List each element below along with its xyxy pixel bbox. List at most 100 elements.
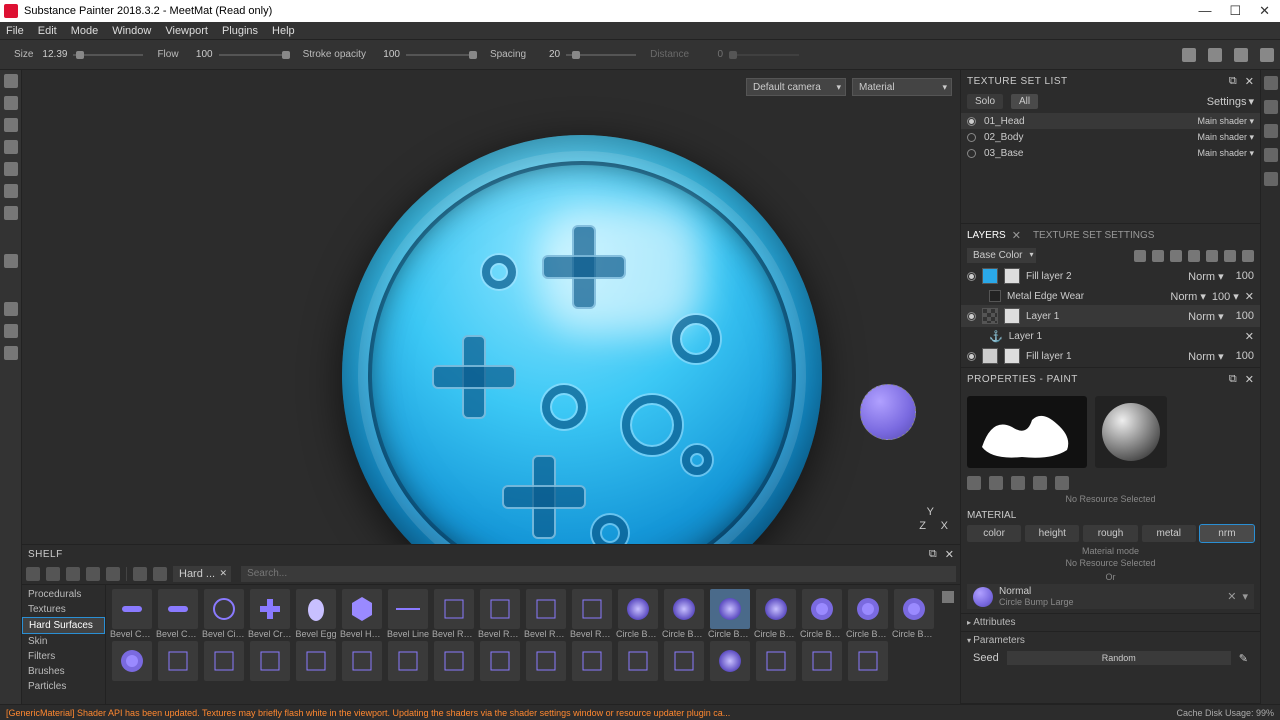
effect-remove-icon[interactable]: ✕ [1245, 290, 1254, 303]
layer-mask-thumbnail[interactable] [1004, 308, 1020, 324]
shelf-item[interactable]: Bevel Line [386, 589, 430, 639]
shelf-item[interactable] [386, 641, 430, 681]
normal-channel-row[interactable]: Normal Circle Bump Large ✕ ▾ [967, 584, 1254, 609]
perspective-icon[interactable] [1182, 48, 1196, 62]
clone-tool-icon[interactable] [4, 184, 18, 198]
layer-sub[interactable]: ⚓Layer 1✕ [961, 327, 1260, 345]
shelf-item[interactable] [156, 641, 200, 681]
shelf-item[interactable]: Bevel Egg [294, 589, 338, 639]
menu-plugins[interactable]: Plugins [222, 25, 258, 37]
shelf-item[interactable] [478, 641, 522, 681]
bake-icon[interactable] [4, 324, 18, 338]
layer-row[interactable]: Fill layer 2Norm ▾100 [961, 265, 1260, 287]
shelf-item[interactable]: Bevel Recta... [570, 589, 614, 639]
shelf-item[interactable] [110, 641, 154, 681]
shelf-item[interactable]: Circle Bump [616, 589, 660, 639]
tab-texture-set-settings[interactable]: TEXTURE SET SETTINGS [1033, 230, 1155, 241]
visibility-radio-icon[interactable] [967, 133, 976, 142]
shelf-link-icon[interactable] [86, 567, 100, 581]
prop-brush-icon[interactable] [967, 476, 981, 490]
layers-add-icon[interactable] [1170, 250, 1182, 262]
shelf-item[interactable] [616, 641, 660, 681]
shelf-filter-chip[interactable]: Hard ...✕ [173, 566, 231, 582]
render-icon[interactable] [1234, 48, 1248, 62]
flow-slider[interactable] [219, 48, 289, 62]
iray-icon[interactable] [1208, 48, 1222, 62]
shelf-category[interactable]: Filters [22, 649, 105, 664]
opacity-slider[interactable] [406, 48, 476, 62]
projection-tool-icon[interactable] [4, 118, 18, 132]
layer-visibility-icon[interactable] [967, 272, 976, 281]
shelf-item[interactable]: Circle Butto... [846, 589, 890, 639]
shelf-view-icon[interactable] [106, 567, 120, 581]
shelf-category[interactable]: Particles [22, 679, 105, 694]
shader-dropdown[interactable]: Main shader ▾ [1197, 132, 1254, 143]
layer-opacity[interactable]: 100 [1236, 270, 1254, 282]
shelf-item[interactable] [662, 641, 706, 681]
normal-expand-icon[interactable]: ▾ [1242, 590, 1248, 603]
visibility-radio-icon[interactable] [967, 117, 976, 126]
viewer-settings-icon[interactable] [1264, 76, 1278, 90]
settings-icon[interactable] [4, 346, 18, 360]
texture-set-item[interactable]: 03_BaseMain shader ▾ [961, 145, 1260, 161]
spacing-slider[interactable] [566, 48, 636, 62]
attributes-section[interactable]: Attributes [961, 613, 1260, 631]
render-mode-dropdown[interactable]: Material [852, 78, 952, 96]
shelf-close-icon[interactable]: ✕ [945, 548, 954, 561]
shelf-item[interactable]: Circle Bum... [754, 589, 798, 639]
shelf-category[interactable]: Brushes [22, 664, 105, 679]
menu-viewport[interactable]: Viewport [165, 25, 208, 37]
shelf-export-icon[interactable] [66, 567, 80, 581]
channel-rough[interactable]: rough [1083, 525, 1137, 542]
display-settings-icon[interactable] [1264, 100, 1278, 114]
seed-random-button[interactable]: Random [1007, 651, 1231, 665]
ts-all-button[interactable]: All [1011, 94, 1038, 109]
ts-settings-button[interactable]: Settings▾ [1207, 95, 1254, 108]
close-button[interactable]: ✕ [1259, 3, 1270, 19]
menu-window[interactable]: Window [112, 25, 151, 37]
layer-row[interactable]: Fill layer 1Norm ▾100 [961, 345, 1260, 367]
normal-clear-icon[interactable]: ✕ [1227, 590, 1236, 603]
sub-remove-icon[interactable]: ✕ [1245, 330, 1254, 343]
layer-visibility-icon[interactable] [967, 352, 976, 361]
minimize-button[interactable]: — [1198, 3, 1211, 19]
shelf-import-icon[interactable] [46, 567, 60, 581]
shelf-item[interactable] [524, 641, 568, 681]
shelf-item[interactable]: Bevel Hexa... [340, 589, 384, 639]
polyfill-tool-icon[interactable] [4, 140, 18, 154]
menu-edit[interactable]: Edit [38, 25, 57, 37]
seed-edit-icon[interactable]: ✎ [1239, 652, 1248, 665]
layers-delete-icon[interactable] [1242, 250, 1254, 262]
shelf-item[interactable]: Bevel Cross [248, 589, 292, 639]
props-popout-icon[interactable]: ⧉ [1229, 373, 1237, 386]
ts-close-icon[interactable]: ✕ [1245, 75, 1254, 88]
layer-thumbnail[interactable] [982, 308, 998, 324]
shelf-item[interactable] [708, 641, 752, 681]
flow-value[interactable]: 100 [185, 49, 213, 60]
shelf-item[interactable] [754, 641, 798, 681]
channel-color[interactable]: color [967, 525, 1021, 542]
layer-mask-thumbnail[interactable] [1004, 348, 1020, 364]
shelf-filter-icon[interactable] [133, 567, 147, 581]
texture-set-item[interactable]: 02_BodyMain shader ▾ [961, 129, 1260, 145]
layer-thumbnail[interactable] [982, 268, 998, 284]
tab-layers-close-icon[interactable]: ✕ [1012, 229, 1021, 242]
shelf-category[interactable]: Hard Surfaces [22, 617, 105, 634]
maximize-button[interactable]: ☐ [1229, 3, 1241, 19]
props-close-icon[interactable]: ✕ [1245, 373, 1254, 386]
layer-opacity[interactable]: 100 [1236, 310, 1254, 322]
layer-effect[interactable]: Metal Edge WearNorm ▾100 ▾✕ [961, 287, 1260, 305]
shelf-item[interactable] [294, 641, 338, 681]
opacity-value[interactable]: 100 [372, 49, 400, 60]
texture-set-item[interactable]: 01_HeadMain shader ▾ [961, 113, 1260, 129]
shader-settings-icon[interactable] [1264, 124, 1278, 138]
layers-mask-icon[interactable] [1152, 250, 1164, 262]
channel-nrm[interactable]: nrm [1200, 525, 1254, 542]
effect-opacity[interactable]: 100 ▾ [1212, 290, 1239, 303]
shelf-item[interactable]: Circle Butto... [892, 589, 936, 639]
log-icon[interactable] [1264, 172, 1278, 186]
quick-mask-icon[interactable] [4, 254, 18, 268]
menu-file[interactable]: File [6, 25, 24, 37]
size-slider[interactable] [73, 48, 143, 62]
shelf-item[interactable] [340, 641, 384, 681]
